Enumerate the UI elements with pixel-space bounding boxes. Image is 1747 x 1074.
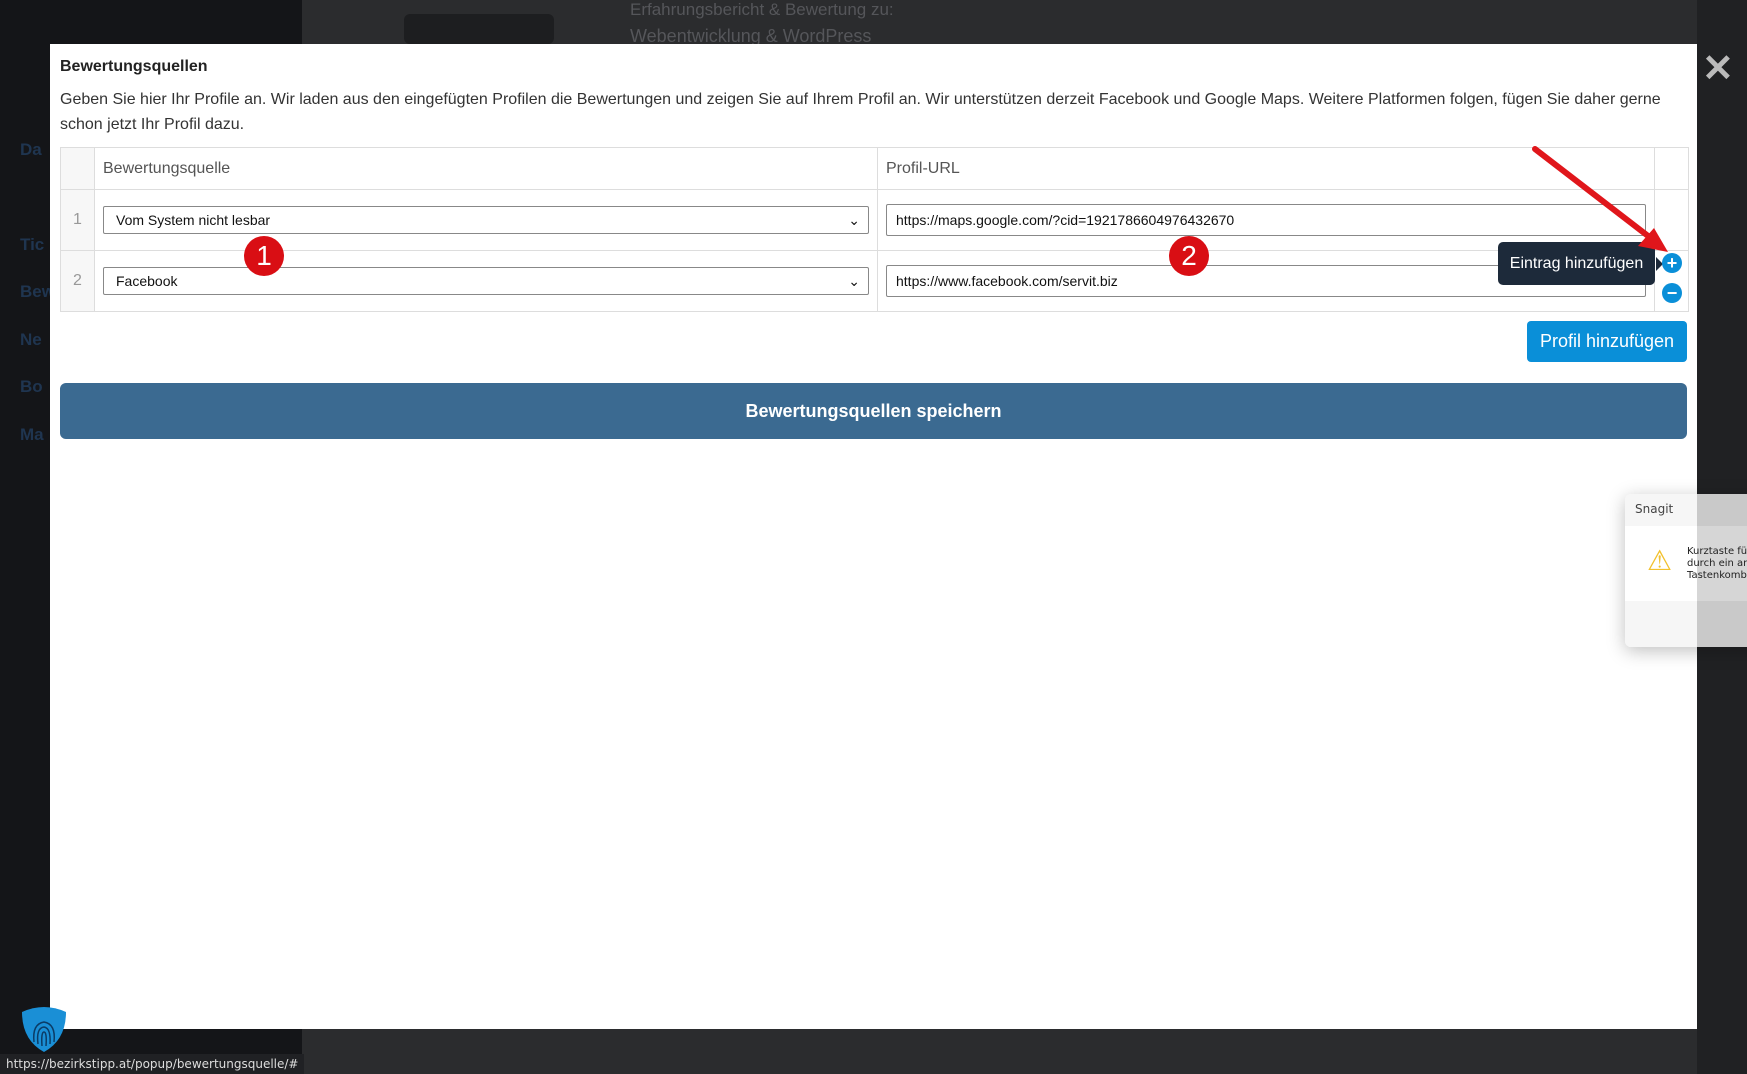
source-select[interactable]: Facebook ⌄ [103, 267, 869, 295]
header-num [60, 147, 95, 190]
annotation-badge-2: 2 [1169, 236, 1209, 276]
sidebar-fragment: Ne [20, 330, 42, 349]
sidebar-fragment: Ma [20, 425, 44, 444]
select-value: Facebook [116, 273, 178, 289]
sidebar-fragment: Da [20, 140, 42, 159]
header-source: Bewertungsquelle [94, 147, 878, 190]
modal-title: Bewertungsquellen [60, 58, 208, 75]
sources-table: Bewertungsquelle Profil-URL 1 Vom System… [60, 147, 1689, 312]
bewertungsquellen-modal: Bewertungsquellen Geben Sie hier Ihr Pro… [50, 44, 1697, 1029]
table-row: 2 Facebook ⌄ https://www.facebook.com/ser… [60, 250, 1689, 312]
close-icon[interactable]: ✕ [1702, 46, 1734, 91]
background-heading: Erfahrungsbericht & Bewertung zu: [630, 0, 894, 19]
chevron-down-icon: ⌄ [848, 272, 860, 289]
select-value: Vom System nicht lesbar [116, 212, 271, 228]
snagit-message: Kurztaste fü durch ein ar Tastenkomb [1687, 546, 1747, 581]
row-number: 1 [60, 189, 95, 251]
status-bar-url: https://bezirkstipp.at/popup/bewertungsq… [0, 1054, 305, 1074]
modal-description: Geben Sie hier Ihr Profile an. Wir laden… [60, 91, 1661, 133]
sidebar-fragment: Tic [20, 235, 45, 254]
save-sources-button[interactable]: Bewertungsquellen speichern [60, 383, 1687, 439]
remove-entry-minus-icon[interactable]: − [1662, 283, 1682, 303]
snagit-title: Snagit [1635, 502, 1674, 516]
source-select[interactable]: Vom System nicht lesbar ⌄ [103, 206, 869, 234]
fingerprint-shield-icon [22, 1007, 66, 1052]
chevron-down-icon: ⌄ [848, 211, 860, 228]
row-number: 2 [60, 250, 95, 312]
annotation-badge-1: 1 [244, 236, 284, 276]
snagit-notification: Snagit ⚠ Kurztaste fü durch ein ar Taste… [1625, 494, 1747, 647]
table-row: 1 Vom System nicht lesbar ⌄ https://maps.… [60, 189, 1689, 251]
warning-icon: ⚠ [1647, 544, 1673, 577]
add-profile-button[interactable]: Profil hinzufügen [1527, 321, 1687, 362]
red-arrow-annotation [1532, 146, 1668, 252]
sidebar-fragment: Bo [20, 377, 43, 396]
background-card [404, 14, 554, 44]
